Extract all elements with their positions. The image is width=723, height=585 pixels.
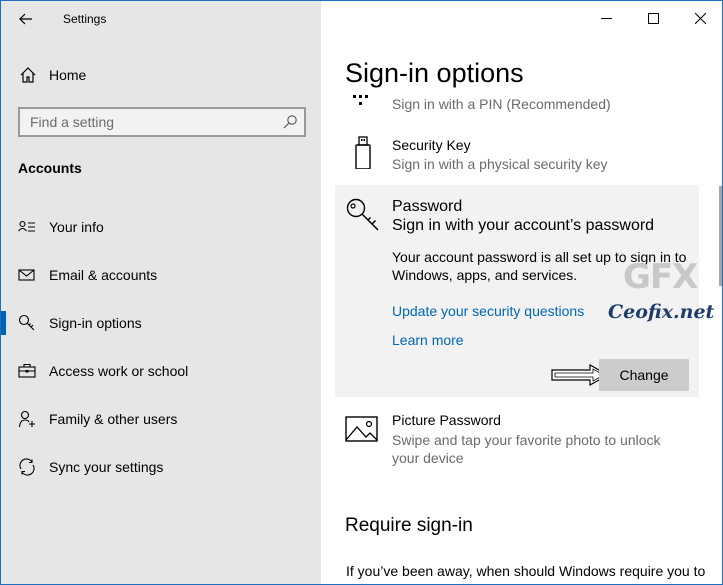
picture-icon	[345, 416, 378, 442]
key-icon	[18, 314, 35, 331]
change-password-button[interactable]: Change	[599, 359, 689, 391]
page-title: Sign-in options	[345, 58, 524, 88]
maximize-icon	[648, 12, 659, 24]
caption-buttons	[583, 1, 722, 35]
minimize-icon	[601, 17, 612, 19]
sidebar-item-label: Access work or school	[49, 363, 189, 379]
signin-option-picture-password[interactable]: Picture Password Swipe and tap your favo…	[335, 409, 699, 471]
signin-option-pin[interactable]: Sign in with a PIN (Recommended)	[335, 93, 699, 123]
back-arrow-icon	[19, 13, 32, 25]
watermark-gfx: GFX	[623, 257, 698, 297]
signin-option-security-key[interactable]: Security Key Sign in with a physical sec…	[335, 135, 699, 179]
briefcase-icon	[18, 363, 36, 378]
app-title: Settings	[63, 12, 107, 26]
require-signin-text: If you’ve been away, when should Windows…	[346, 563, 706, 584]
sidebar-item-sign-in-options[interactable]: Sign-in options	[1, 303, 321, 343]
sidebar: Settings Home Find a setting Accounts Yo…	[1, 1, 321, 584]
titlebar-left: Settings	[1, 1, 321, 37]
pin-description: Sign in with a PIN (Recommended)	[392, 96, 611, 112]
learn-more-link[interactable]: Learn more	[392, 332, 464, 348]
minimize-button[interactable]	[583, 1, 630, 35]
sidebar-item-sync[interactable]: Sync your settings	[1, 447, 321, 487]
update-security-questions-link[interactable]: Update your security questions	[392, 303, 584, 319]
sidebar-item-label: Your info	[49, 219, 104, 235]
pin-keypad-icon	[353, 95, 368, 105]
search-input[interactable]: Find a setting	[18, 107, 306, 137]
watermark-logo: GFX Ceofix.net	[603, 257, 715, 329]
security-key-name: Security Key	[392, 137, 471, 153]
close-icon	[695, 12, 706, 24]
sidebar-item-label: Family & other users	[49, 411, 178, 427]
sidebar-item-your-info[interactable]: Your info	[1, 207, 321, 247]
close-button[interactable]	[677, 1, 722, 35]
section-title: Accounts	[18, 160, 82, 176]
sync-icon	[19, 458, 35, 476]
scrollbar-thumb[interactable]	[719, 186, 722, 286]
sidebar-item-email-accounts[interactable]: Email & accounts	[1, 255, 321, 295]
sidebar-item-label: Sign-in options	[49, 315, 142, 331]
mail-icon	[18, 269, 35, 281]
watermark-text: Ceofix.net	[608, 301, 715, 323]
home-icon	[20, 67, 36, 83]
password-name: Password	[392, 198, 463, 215]
sidebar-item-label: Email & accounts	[49, 267, 158, 283]
password-description: Sign in with your account’s password	[392, 217, 655, 234]
settings-window: Settings Home Find a setting Accounts Yo…	[0, 0, 723, 585]
sidebar-item-label: Sync your settings	[49, 459, 164, 475]
search-icon[interactable]	[282, 114, 298, 130]
usb-key-icon	[355, 136, 371, 169]
sidebar-item-family[interactable]: Family & other users	[1, 399, 321, 439]
search-placeholder: Find a setting	[30, 114, 115, 130]
picture-password-description: Swipe and tap your favorite photo to unl…	[392, 432, 661, 448]
picture-password-description-2: your device	[392, 450, 464, 466]
picture-password-name: Picture Password	[392, 412, 501, 428]
person-card-icon	[18, 220, 35, 232]
sidebar-item-access-work[interactable]: Access work or school	[1, 351, 321, 391]
require-signin-heading: Require sign-in	[345, 515, 473, 536]
person-add-icon	[18, 410, 35, 428]
security-key-description: Sign in with a physical security key	[392, 156, 608, 172]
main-panel: Sign-in options Sign in with a PIN (Reco…	[321, 1, 722, 584]
home-label: Home	[49, 67, 87, 83]
maximize-button[interactable]	[630, 1, 677, 35]
sidebar-item-home[interactable]: Home	[1, 59, 321, 91]
key-icon	[346, 198, 379, 231]
back-button[interactable]	[11, 5, 41, 33]
